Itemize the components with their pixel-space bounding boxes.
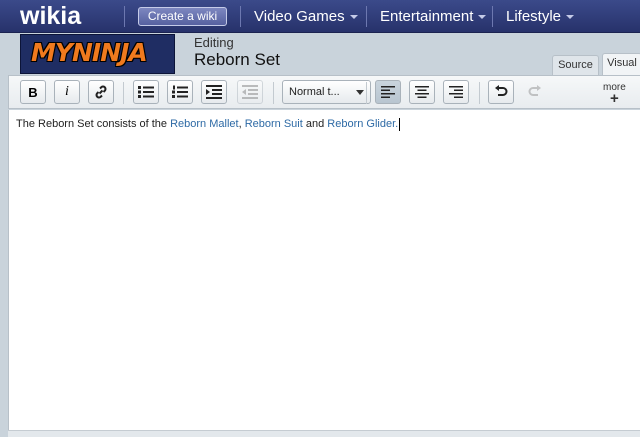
undo-button[interactable]	[488, 80, 514, 104]
more-button[interactable]: more +	[603, 83, 626, 107]
text-cursor	[399, 118, 401, 131]
nav-separator	[124, 6, 125, 27]
nav-link-label: Lifestyle	[506, 8, 562, 25]
nav-link-label: Video Games	[254, 8, 345, 25]
link-reborn-mallet[interactable]: Reborn Mallet	[170, 118, 238, 130]
link-icon	[95, 85, 107, 99]
undo-icon	[495, 85, 508, 96]
chevron-down-icon	[356, 90, 364, 95]
tab-source[interactable]: Source	[552, 55, 599, 75]
paragraph-text: .	[395, 118, 399, 130]
plus-icon: +	[610, 90, 619, 107]
redo-icon	[528, 85, 541, 96]
toolbar-separator	[366, 82, 367, 104]
redo-button[interactable]	[522, 80, 548, 104]
wikia-logo[interactable]: wikia	[20, 3, 81, 29]
wiki-logo[interactable]: MYNINJA	[20, 34, 175, 74]
nav-separator	[492, 6, 493, 27]
format-select-value: Normal t...	[289, 86, 340, 98]
editing-label: Editing	[194, 35, 234, 50]
numbered-list-button[interactable]	[167, 80, 193, 104]
align-center-icon	[415, 86, 429, 98]
indent-icon	[206, 85, 222, 99]
editor-toolbar: B i Normal t... more +	[8, 75, 640, 109]
indent-button[interactable]	[201, 80, 227, 104]
bulleted-list-button[interactable]	[133, 80, 159, 104]
italic-icon: i	[65, 84, 69, 99]
bulleted-list-icon	[138, 86, 154, 98]
nav-separator	[366, 6, 367, 27]
nav-separator	[240, 6, 241, 27]
bold-button[interactable]: B	[20, 80, 46, 104]
editor-left-gutter	[0, 110, 8, 437]
align-right-icon	[449, 86, 463, 98]
align-right-button[interactable]	[443, 80, 469, 104]
page-title: Reborn Set	[194, 50, 280, 69]
italic-button[interactable]: i	[54, 80, 80, 104]
align-left-icon	[381, 86, 395, 98]
link-reborn-glider[interactable]: Reborn Glider	[327, 118, 395, 130]
toolbar-separator	[479, 82, 480, 104]
nav-link-video-games[interactable]: Video Games	[254, 8, 358, 26]
chevron-down-icon	[566, 15, 575, 20]
paragraph-text: and	[302, 118, 328, 130]
bold-icon: B	[28, 84, 38, 100]
nav-link-label: Entertainment	[380, 8, 474, 25]
outdent-button[interactable]	[237, 80, 263, 104]
align-center-button[interactable]	[409, 80, 435, 104]
toolbar-separator	[273, 82, 274, 104]
format-select[interactable]: Normal t...	[282, 80, 371, 104]
create-wiki-button[interactable]: Create a wiki	[138, 7, 227, 26]
link-reborn-suit[interactable]: Reborn Suit	[245, 118, 303, 130]
article-paragraph[interactable]: The Reborn Set consists of the Reborn Ma…	[16, 118, 401, 131]
nav-link-lifestyle[interactable]: Lifestyle	[506, 8, 575, 26]
chevron-down-icon	[349, 15, 358, 20]
toolbar-separator	[123, 82, 124, 104]
editor-bottom-bar	[8, 430, 640, 437]
editor-content-area[interactable]	[8, 110, 640, 437]
link-button[interactable]	[88, 80, 114, 104]
nav-link-entertainment[interactable]: Entertainment	[380, 8, 487, 26]
wiki-logo-text: MYNINJA	[31, 38, 148, 67]
tab-visual[interactable]: Visual	[602, 53, 640, 75]
chevron-down-icon	[478, 15, 487, 20]
align-left-button[interactable]	[375, 80, 401, 104]
paragraph-text: The Reborn Set consists of the	[16, 118, 171, 130]
top-navigation: wikia Create a wiki Video Games Entertai…	[0, 0, 640, 33]
outdent-icon	[242, 85, 258, 99]
numbered-list-icon	[172, 85, 188, 98]
